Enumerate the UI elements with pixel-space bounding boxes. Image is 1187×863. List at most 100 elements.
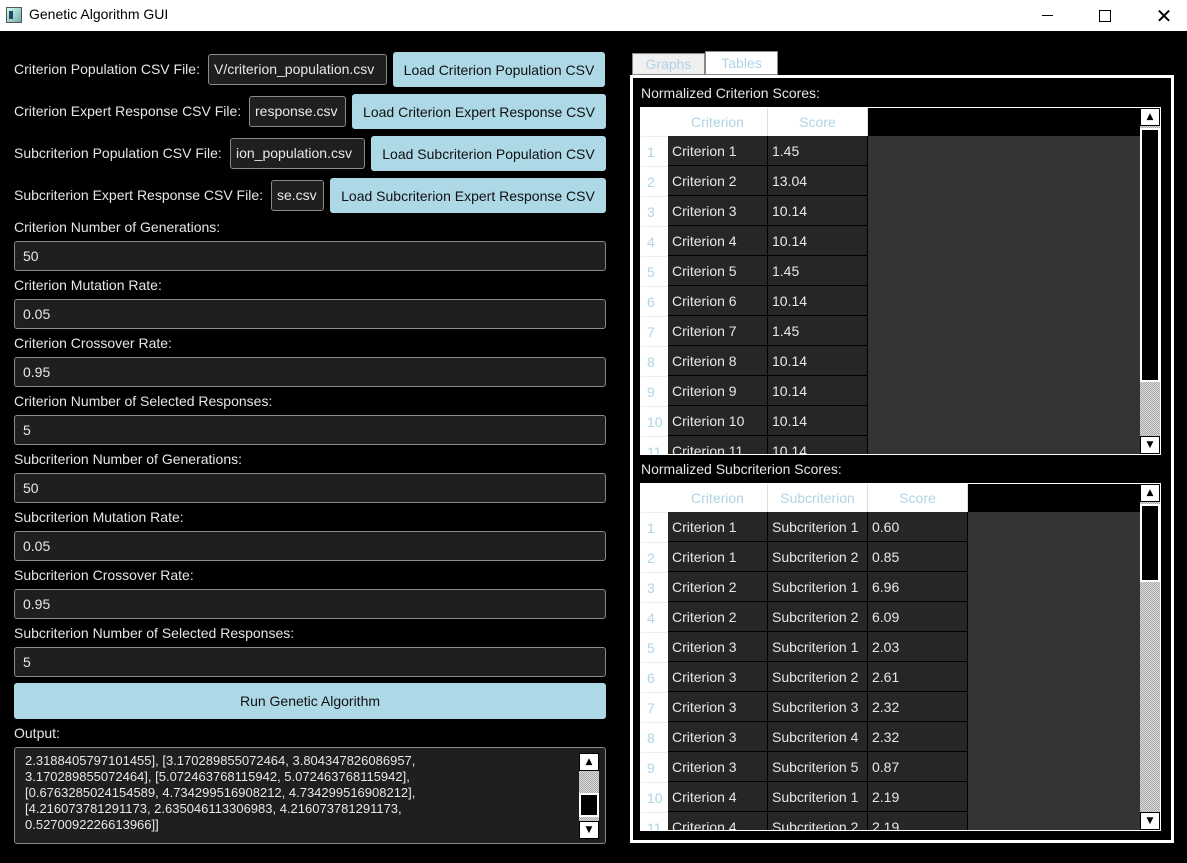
- row-number[interactable]: 7: [641, 692, 668, 722]
- table-cell[interactable]: 0.87: [868, 752, 968, 782]
- table-cell[interactable]: Subcriterion 5: [768, 752, 868, 782]
- table-cell[interactable]: Criterion 11: [668, 436, 768, 454]
- table-cell[interactable]: Criterion 3: [668, 632, 768, 662]
- column-header-score[interactable]: Score: [768, 108, 868, 136]
- criterion-expert-response-field[interactable]: response.csv: [249, 96, 346, 127]
- row-number[interactable]: 5: [641, 256, 668, 286]
- column-header-criterion[interactable]: Criterion: [668, 484, 768, 512]
- table-cell[interactable]: 10.14: [768, 196, 868, 226]
- scroll-up-arrow-icon[interactable]: ▲: [579, 753, 599, 771]
- table-cell[interactable]: Criterion 2: [668, 602, 768, 632]
- scroll-down-arrow-icon[interactable]: ▼: [1140, 812, 1160, 830]
- criterion-selected-responses-input[interactable]: 5: [14, 415, 606, 445]
- table-cell[interactable]: 6.09: [868, 602, 968, 632]
- table-cell[interactable]: Criterion 1: [668, 136, 768, 166]
- scroll-down-arrow-icon[interactable]: ▼: [1140, 436, 1160, 454]
- table-cell[interactable]: Subcriterion 3: [768, 692, 868, 722]
- column-header-criterion[interactable]: Criterion: [668, 108, 768, 136]
- criterion-generations-input[interactable]: 50: [14, 241, 606, 271]
- scroll-down-arrow-icon[interactable]: ▼: [579, 821, 599, 839]
- subcriterion-generations-input[interactable]: 50: [14, 473, 606, 503]
- tab-tables[interactable]: Tables: [705, 51, 778, 75]
- minimize-button[interactable]: [1018, 0, 1076, 31]
- table-cell[interactable]: Subcriterion 1: [768, 632, 868, 662]
- row-number[interactable]: 2: [641, 166, 668, 196]
- row-number[interactable]: 1: [641, 512, 668, 542]
- row-number[interactable]: 10: [641, 782, 668, 812]
- row-number[interactable]: 9: [641, 376, 668, 406]
- table-cell[interactable]: 2.19: [868, 782, 968, 812]
- table-cell[interactable]: Subcriterion 4: [768, 722, 868, 752]
- row-number[interactable]: 11: [641, 436, 668, 454]
- load-subcriterion-expert-response-button[interactable]: Load Subcriterion Expert Response CSV: [330, 178, 606, 213]
- table-cell[interactable]: Criterion 1: [668, 512, 768, 542]
- table-cell[interactable]: 2.32: [868, 722, 968, 752]
- row-number[interactable]: 8: [641, 346, 668, 376]
- row-number[interactable]: 11: [641, 812, 668, 830]
- table-cell[interactable]: 10.14: [768, 436, 868, 454]
- subcriterion-mutation-rate-input[interactable]: 0.05: [14, 531, 606, 561]
- table-cell[interactable]: Criterion 5: [668, 256, 768, 286]
- table-cell[interactable]: Criterion 4: [668, 812, 768, 830]
- row-number[interactable]: 4: [641, 226, 668, 256]
- table-cell[interactable]: Criterion 4: [668, 226, 768, 256]
- maximize-button[interactable]: [1076, 0, 1134, 31]
- table-cell[interactable]: 10.14: [768, 406, 868, 436]
- table-cell[interactable]: 13.04: [768, 166, 868, 196]
- row-number[interactable]: 1: [641, 136, 668, 166]
- table-cell[interactable]: Subcriterion 1: [768, 512, 868, 542]
- table-cell[interactable]: Subcriterion 1: [768, 782, 868, 812]
- table-cell[interactable]: 2.19: [868, 812, 968, 830]
- row-number[interactable]: 5: [641, 632, 668, 662]
- load-criterion-expert-response-button[interactable]: Load Criterion Expert Response CSV: [352, 94, 606, 129]
- table-cell[interactable]: Criterion 10: [668, 406, 768, 436]
- table-cell[interactable]: 0.85: [868, 542, 968, 572]
- table-cell[interactable]: Criterion 3: [668, 196, 768, 226]
- table-cell[interactable]: Subcriterion 1: [768, 572, 868, 602]
- row-number[interactable]: 3: [641, 196, 668, 226]
- table-cell[interactable]: 1.45: [768, 316, 868, 346]
- table-cell[interactable]: Criterion 1: [668, 542, 768, 572]
- tab-graphs[interactable]: Graphs: [632, 53, 705, 75]
- load-subcriterion-population-button[interactable]: Load Subcriterion Population CSV: [371, 136, 606, 171]
- criterion-population-field[interactable]: V/criterion_population.csv: [208, 54, 387, 85]
- criterion-table-scrollbar[interactable]: ▲ ▼: [1140, 108, 1160, 454]
- row-number[interactable]: 6: [641, 662, 668, 692]
- criterion-crossover-rate-input[interactable]: 0.95: [14, 357, 606, 387]
- table-cell[interactable]: 10.14: [768, 226, 868, 256]
- table-cell[interactable]: Subcriterion 2: [768, 662, 868, 692]
- row-number[interactable]: 8: [641, 722, 668, 752]
- column-header-subcriterion[interactable]: Subcriterion: [768, 484, 868, 512]
- table-cell[interactable]: 2.61: [868, 662, 968, 692]
- row-number[interactable]: 4: [641, 602, 668, 632]
- table-cell[interactable]: Criterion 3: [668, 662, 768, 692]
- table-cell[interactable]: Criterion 2: [668, 572, 768, 602]
- run-genetic-algorithm-button[interactable]: Run Genetic Algorithm: [14, 683, 606, 719]
- table-cell[interactable]: Criterion 4: [668, 782, 768, 812]
- table-cell[interactable]: Criterion 2: [668, 166, 768, 196]
- scrollbar-thumb[interactable]: [1140, 504, 1160, 582]
- scrollbar-thumb[interactable]: [1140, 128, 1160, 382]
- table-cell[interactable]: Criterion 6: [668, 286, 768, 316]
- scroll-up-arrow-icon[interactable]: ▲: [1140, 484, 1160, 502]
- table-cell[interactable]: Criterion 3: [668, 692, 768, 722]
- scrollbar-thumb[interactable]: [579, 793, 599, 817]
- table-cell[interactable]: Criterion 7: [668, 316, 768, 346]
- table-cell[interactable]: 2.03: [868, 632, 968, 662]
- table-cell[interactable]: Criterion 9: [668, 376, 768, 406]
- scroll-up-arrow-icon[interactable]: ▲: [1140, 108, 1160, 126]
- column-header-score[interactable]: Score: [868, 484, 968, 512]
- table-cell[interactable]: Criterion 3: [668, 752, 768, 782]
- table-cell[interactable]: 1.45: [768, 256, 868, 286]
- close-button[interactable]: ✕: [1135, 0, 1187, 31]
- output-textarea[interactable]: 2.3188405797101455], [3.170289855072464,…: [14, 747, 606, 844]
- row-number[interactable]: 2: [641, 542, 668, 572]
- subcriterion-table-scrollbar[interactable]: ▲ ▼: [1140, 484, 1160, 830]
- subcriterion-population-field[interactable]: ion_population.csv: [230, 138, 365, 169]
- row-number[interactable]: 9: [641, 752, 668, 782]
- table-cell[interactable]: 10.14: [768, 346, 868, 376]
- table-cell[interactable]: 1.45: [768, 136, 868, 166]
- table-cell[interactable]: 2.32: [868, 692, 968, 722]
- table-cell[interactable]: Criterion 3: [668, 722, 768, 752]
- table-cell[interactable]: Subcriterion 2: [768, 812, 868, 830]
